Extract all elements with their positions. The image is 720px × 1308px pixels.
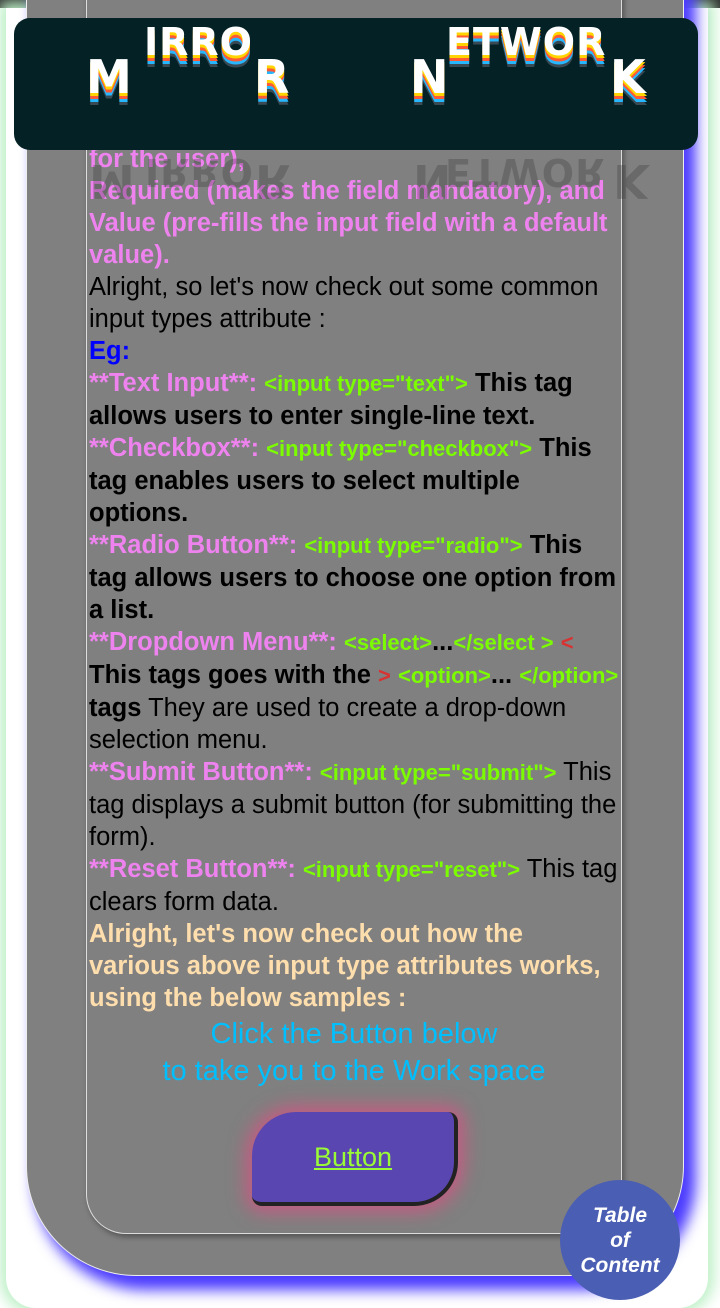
- code-bracket: <: [560, 630, 574, 655]
- toc-line-3: Content: [580, 1253, 660, 1277]
- cta-line-2: to take you to the Work space: [162, 1055, 546, 1087]
- eg-label: Eg:: [89, 337, 131, 365]
- tags-word: tags: [89, 694, 142, 722]
- item-label: **Checkbox**:: [89, 434, 260, 462]
- logo-letter-r: R: [254, 50, 290, 104]
- logo-letter-n: N: [410, 50, 449, 104]
- list-item-radio-button: **Radio Button**: <input type="radio"> T…: [89, 529, 619, 626]
- ellipsis: ...: [490, 661, 513, 689]
- site-header: M IRRO R N ETWOR K: [14, 18, 698, 150]
- toc-label: Table of Content: [580, 1203, 659, 1278]
- item-label: **Text Input**:: [89, 369, 258, 397]
- article-content: for the user), Required (makes the field…: [89, 143, 619, 1090]
- list-item-text-input: **Text Input**: <input type="text"> This…: [89, 367, 619, 432]
- code-snippet: <select>: [344, 630, 433, 655]
- toc-line-1: Table: [592, 1203, 648, 1227]
- item-label: **Dropdown Menu**:: [89, 628, 337, 656]
- item-description: This tags goes with the: [89, 661, 371, 689]
- code-snippet: <input type="submit">: [319, 760, 557, 785]
- cta-line-1: Click the Button below: [210, 1018, 498, 1050]
- list-item-submit-button: **Submit Button**: <input type="submit">…: [89, 756, 619, 853]
- logo-letters-etwor: ETWOR: [446, 20, 607, 64]
- code-snippet: <input type="checkbox">: [266, 436, 533, 461]
- list-item-checkbox: **Checkbox**: <input type="checkbox"> Th…: [89, 432, 619, 529]
- code-snippet: <input type="radio">: [304, 533, 523, 558]
- ellipsis: ...: [432, 628, 454, 656]
- list-item-reset-button: **Reset Button**: <input type="reset"> T…: [89, 853, 619, 918]
- closing-text: Alright, let's now check out how the var…: [89, 920, 601, 1012]
- logo-letter-m: M: [86, 50, 132, 104]
- item-label: **Radio Button**:: [89, 531, 298, 559]
- toc-line-2: of: [610, 1228, 630, 1252]
- code-snippet: </option>: [519, 663, 619, 688]
- item-description: They are used to create a drop-down sele…: [89, 694, 567, 754]
- text-required-value: Required (makes the field mandatory), an…: [89, 177, 608, 269]
- logo-letter-k: K: [610, 50, 646, 104]
- text-intro-input-types: Alright, so let's now check out some com…: [89, 273, 599, 333]
- item-label: **Submit Button**:: [89, 758, 313, 786]
- code-bracket: >: [378, 663, 391, 688]
- workspace-button[interactable]: Button: [252, 1112, 458, 1206]
- item-label: **Reset Button**:: [89, 855, 296, 883]
- call-to-action: Click the Button below to take you to th…: [89, 1016, 619, 1090]
- table-of-contents-button[interactable]: Table of Content: [560, 1180, 680, 1300]
- code-snippet: <input type="text">: [264, 371, 468, 396]
- code-snippet: <input type="reset">: [302, 857, 521, 882]
- logo-letters-irro: IRRO: [144, 20, 253, 64]
- code-snippet: </select >: [453, 630, 554, 655]
- list-item-dropdown-menu: **Dropdown Menu**: <select>...</select >…: [89, 626, 619, 756]
- code-snippet: <option>: [398, 663, 491, 688]
